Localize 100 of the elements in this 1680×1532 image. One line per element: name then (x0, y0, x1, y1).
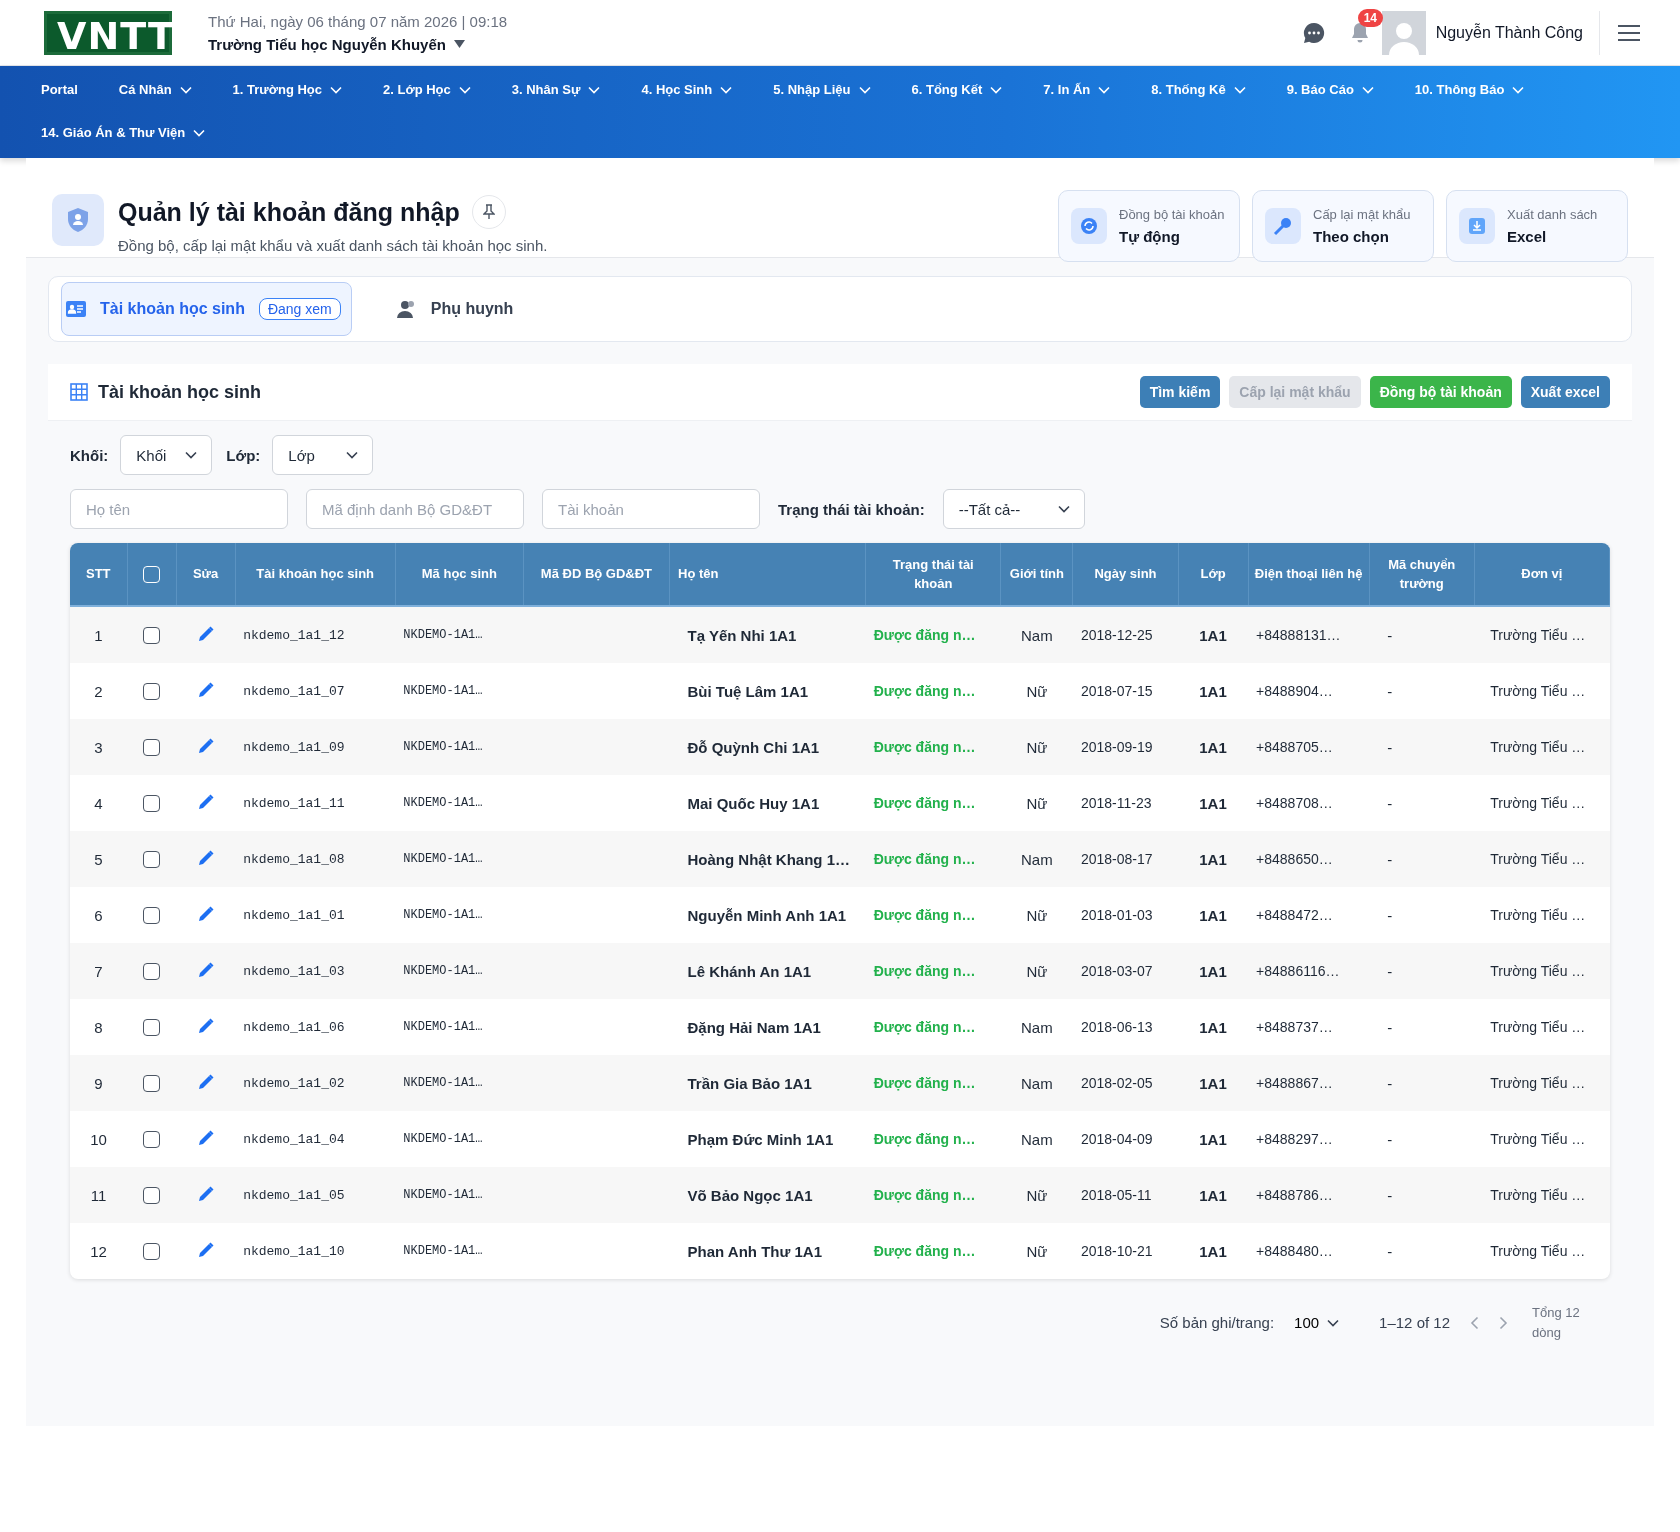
row-checkbox[interactable] (143, 739, 161, 757)
column-header: Giới tính (1000, 543, 1073, 606)
chevron-left-icon[interactable] (1470, 1315, 1479, 1330)
nav-menu-item[interactable]: 9. Báo Cáo (1286, 82, 1374, 97)
pencil-icon[interactable] (197, 1241, 214, 1258)
menu-icon[interactable] (1618, 23, 1640, 42)
chevron-down-icon (330, 85, 343, 94)
row-checkbox[interactable] (143, 1187, 161, 1205)
table-cell: +8488297… (1248, 1111, 1370, 1167)
logo[interactable]: VNTT (44, 10, 172, 55)
table-cell: NKDEMO-1A1… (395, 999, 524, 1055)
action-card[interactable]: Xuất danh sách Excel (1446, 190, 1628, 262)
class-select[interactable]: Lớp (272, 435, 374, 475)
status-text: Được đăng n… (865, 887, 1001, 943)
nav-menu-item[interactable]: 8. Thống Kê (1151, 82, 1246, 97)
table-cell: - (1369, 606, 1475, 663)
nav-menu-item[interactable]: 1. Trường Học (232, 82, 343, 97)
table-cell: 12 (70, 1223, 128, 1279)
pencil-icon[interactable] (197, 1185, 214, 1202)
row-checkbox[interactable] (143, 1075, 161, 1093)
action-button[interactable]: Tìm kiếm (1139, 376, 1221, 408)
table-cell: 1A1 (1178, 1167, 1249, 1223)
pencil-icon[interactable] (197, 681, 214, 698)
row-checkbox[interactable] (143, 795, 161, 813)
school-selector[interactable]: Trường Tiểu học Nguyễn Khuyến (208, 35, 508, 53)
table-cell: +8488737… (1248, 999, 1370, 1055)
row-checkbox[interactable] (143, 627, 161, 645)
row-checkbox[interactable] (143, 1243, 161, 1261)
table-cell: NKDEMO-1A1… (395, 606, 524, 663)
grade-select[interactable]: Khối (120, 435, 213, 475)
pencil-icon[interactable] (197, 961, 214, 978)
column-header: Mã học sinh (395, 543, 524, 606)
account-field[interactable]: Tài khoản (542, 489, 760, 529)
table-cell: Nữ (1000, 943, 1073, 999)
pencil-icon[interactable] (197, 905, 214, 922)
chevron-down-icon (858, 85, 871, 94)
status-text: Được đăng n… (865, 606, 1001, 663)
table-cell: Trường Tiểu … (1474, 1223, 1610, 1279)
table-cell: NKDEMO-1A1… (395, 663, 524, 719)
notification-badge: 14 (1357, 8, 1383, 27)
page-size-select[interactable]: 100 (1294, 1314, 1340, 1331)
tab[interactable]: Tài khoản học sinh Đang xem (61, 282, 352, 336)
action-card[interactable]: Cấp lại mật khẩu Theo chọn (1252, 190, 1434, 262)
nav-menu-item[interactable]: 14. Giáo Án & Thư Viện (41, 125, 206, 140)
table-cell: 2018-12-25 (1072, 606, 1178, 663)
nav-menu-item[interactable]: 10. Thông Báo (1414, 82, 1525, 97)
chat-icon[interactable] (1301, 20, 1326, 45)
table-cell: +84886116… (1248, 943, 1370, 999)
chevron-right-icon[interactable] (1499, 1315, 1508, 1330)
nav-menu-item[interactable]: 3. Nhân Sự (511, 82, 601, 97)
table-cell: 2018-10-21 (1072, 1223, 1178, 1279)
id-card-icon (66, 301, 86, 317)
chevron-down-icon (193, 128, 206, 137)
tab[interactable]: Phụ huynh (391, 282, 525, 336)
chevron-down-icon (458, 85, 471, 94)
student-id-field[interactable]: Mã định danh Bộ GD&ĐT (306, 489, 524, 529)
action-button[interactable]: Xuất excel (1520, 376, 1610, 408)
nav-menu-item[interactable]: 4. Học Sinh (641, 82, 733, 97)
table-cell: Trường Tiểu … (1474, 831, 1610, 887)
row-checkbox[interactable] (143, 851, 161, 869)
pencil-icon[interactable] (197, 793, 214, 810)
row-checkbox[interactable] (143, 907, 161, 925)
nav-menu-item[interactable]: 7. In Ấn (1043, 82, 1111, 97)
select-all-checkbox[interactable] (143, 566, 161, 584)
table-cell: NKDEMO-1A1… (395, 1111, 524, 1167)
nav-menu-item[interactable]: 6. Tổng Kết (911, 82, 1003, 97)
pencil-icon[interactable] (197, 1073, 214, 1090)
users-icon (396, 300, 417, 318)
nav-menu-item[interactable]: 5. Nhập Liệu (773, 82, 871, 97)
pencil-icon[interactable] (197, 1017, 214, 1034)
table-cell: 1A1 (1178, 943, 1249, 999)
nav-menu-item[interactable]: 2. Lớp Học (383, 82, 471, 97)
table-cell: +8488867… (1248, 1055, 1370, 1111)
pin-button[interactable] (471, 195, 506, 229)
table-cell: - (1369, 831, 1475, 887)
table-cell: Nữ (1000, 775, 1073, 831)
table-cell: Trường Tiểu … (1474, 663, 1610, 719)
row-checkbox[interactable] (143, 683, 161, 701)
table-cell: 4 (70, 775, 128, 831)
table-cell: NKDEMO-1A1… (395, 1055, 524, 1111)
pencil-icon[interactable] (197, 1129, 214, 1146)
table-cell: Lê Khánh An 1A1 (669, 943, 866, 999)
nav-menu-item[interactable]: Cá Nhân (118, 82, 192, 97)
row-checkbox[interactable] (143, 1019, 161, 1037)
pencil-icon[interactable] (197, 625, 214, 642)
column-header: Mã ĐD Bộ GD&ĐT (523, 543, 670, 606)
row-checkbox[interactable] (143, 1131, 161, 1149)
name-field[interactable]: Họ tên (70, 489, 288, 529)
row-checkbox[interactable] (143, 963, 161, 981)
pencil-icon[interactable] (197, 849, 214, 866)
status-select[interactable]: --Tất cả-- (942, 489, 1085, 529)
user-name[interactable]: Nguyễn Thành Công (1435, 23, 1583, 42)
action-card[interactable]: Đồng bộ tài khoản Tự động (1058, 190, 1240, 262)
panel-title: Tài khoản học sinh (98, 381, 263, 403)
table-cell: +8488708… (1248, 775, 1370, 831)
table-cell: - (1369, 999, 1475, 1055)
nav-menu-item[interactable]: Portal (41, 82, 78, 97)
chevron-down-icon (1361, 85, 1374, 94)
column-header: Đơn vị (1474, 543, 1610, 606)
pencil-icon[interactable] (197, 737, 214, 754)
